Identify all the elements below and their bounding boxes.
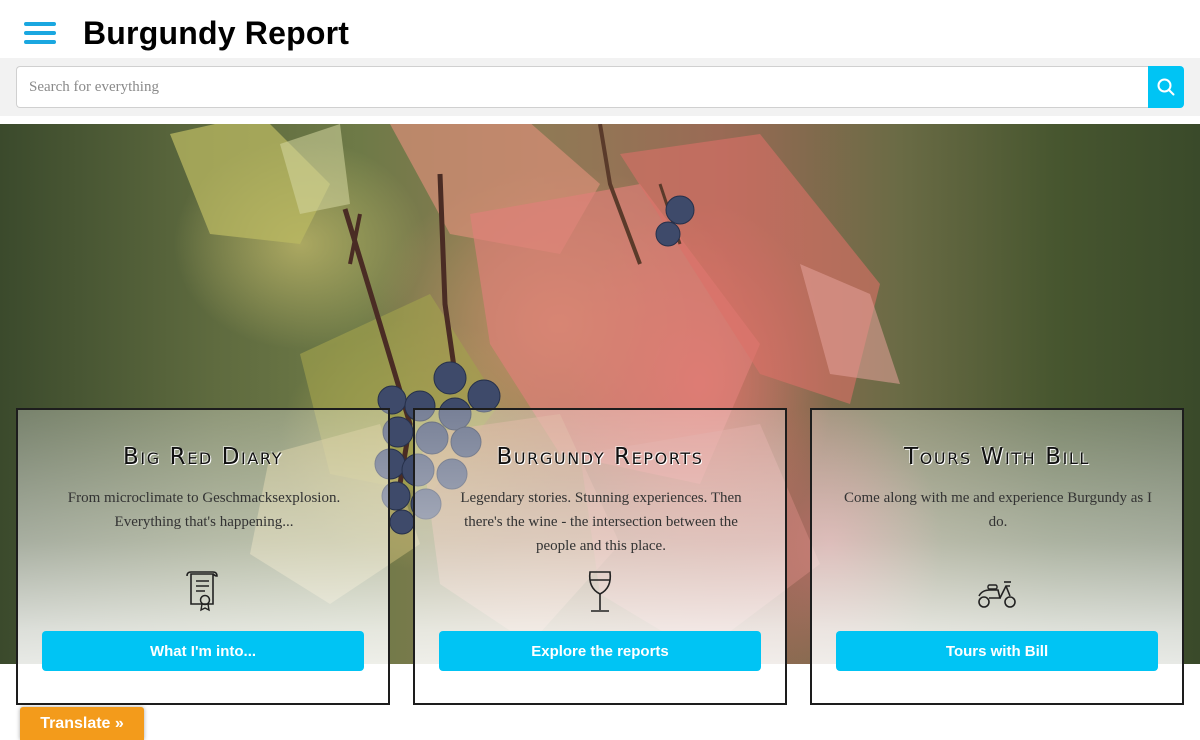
- wine-glass-icon: [588, 571, 612, 612]
- card-description: From microclimate to Geschmacksexplosion…: [67, 490, 341, 530]
- card-description: Legendary stories. Stunning experiences.…: [460, 490, 742, 554]
- search-button[interactable]: [1148, 66, 1184, 108]
- certificate-icon: [186, 571, 218, 612]
- search-icon: [1157, 78, 1175, 96]
- card-title: Burgundy Reports: [496, 444, 704, 470]
- search-input[interactable]: [16, 66, 1148, 108]
- scooter-icon: [978, 581, 1016, 608]
- card-tours-with-bill: Tours With Bill Come along with me and e…: [810, 408, 1184, 705]
- card-title: Tours With Bill: [904, 444, 1090, 470]
- explore-reports-button[interactable]: Explore the reports: [439, 631, 761, 671]
- tours-with-bill-button[interactable]: Tours with Bill: [836, 631, 1158, 671]
- hamburger-menu-icon[interactable]: [24, 22, 56, 46]
- card-big-red-diary: Big Red Diary From microclimate to Gesch…: [16, 408, 390, 705]
- search-bar: [0, 58, 1200, 116]
- card-burgundy-reports: Burgundy Reports Legendary stories. Stun…: [413, 408, 787, 705]
- menu-line: [24, 22, 56, 26]
- card-description: Come along with me and experience Burgun…: [844, 490, 1152, 530]
- menu-line: [24, 31, 56, 35]
- menu-line: [24, 40, 56, 44]
- site-title[interactable]: Burgundy Report: [83, 15, 349, 52]
- translate-button[interactable]: Translate »: [20, 707, 144, 740]
- card-title: Big Red Diary: [123, 444, 283, 470]
- top-bar: Burgundy Report: [0, 0, 1200, 58]
- what-im-into-button[interactable]: What I'm into...: [42, 631, 364, 671]
